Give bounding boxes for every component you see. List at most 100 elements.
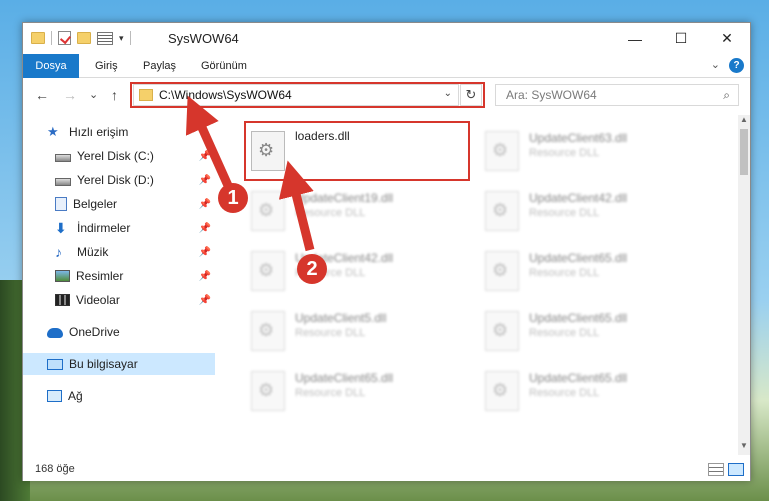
sidebar-item-label: Belgeler	[73, 197, 118, 211]
sidebar-item-onedrive[interactable]: OneDrive	[23, 321, 215, 343]
dll-file-icon	[485, 191, 519, 231]
sidebar-item-music[interactable]: ♪ Müzik 📌	[23, 241, 215, 263]
sidebar-item-label: OneDrive	[69, 325, 120, 339]
file-type: Resource DLL	[529, 267, 600, 279]
toolbar-divider	[129, 31, 131, 45]
documents-icon	[55, 197, 67, 211]
file-item[interactable]: UpdateClient42.dll Resource DLL	[251, 247, 481, 299]
videos-icon	[55, 294, 70, 306]
sidebar-item-local-disk-c[interactable]: Yerel Disk (C:) 📌	[23, 145, 215, 167]
file-item[interactable]: UpdateClient65.dll Resource DLL	[251, 367, 481, 419]
sidebar-item-label: Yerel Disk (D:)	[77, 173, 154, 187]
title-bar: ▾ SysWOW64 — ☐ ✕	[23, 23, 750, 54]
search-box[interactable]: Ara: SysWOW64 ⌕	[495, 84, 739, 106]
dll-file-icon	[251, 311, 285, 351]
folder-icon	[31, 32, 45, 44]
step-1-badge: 1	[218, 183, 248, 213]
file-list: loaders.dll UpdateClient63.dll Resource …	[217, 115, 738, 455]
dll-file-icon	[485, 311, 519, 351]
vertical-scrollbar[interactable]: ▲ ▼	[738, 115, 750, 455]
back-button[interactable]: ←	[35, 87, 49, 103]
toolbar-divider	[51, 31, 52, 45]
sidebar-item-this-pc[interactable]: Bu bilgisayar	[23, 353, 215, 375]
sidebar-item-quick-access[interactable]: ★ Hızlı erişim	[23, 121, 215, 143]
dll-file-icon	[251, 191, 285, 231]
pin-icon[interactable]: 📌	[199, 295, 211, 306]
file-type: Resource DLL	[295, 387, 366, 399]
maximize-button[interactable]: ☐	[658, 23, 704, 54]
file-name: UpdateClient63.dll	[529, 131, 628, 145]
tab-share[interactable]: Paylaş	[131, 54, 188, 78]
new-folder-icon[interactable]	[77, 32, 91, 44]
tab-home[interactable]: Giriş	[83, 54, 130, 78]
file-name: UpdateClient42.dll	[529, 191, 628, 205]
pin-icon[interactable]: 📌	[199, 151, 211, 162]
up-button[interactable]: ↑	[111, 87, 118, 103]
file-type: Resource DLL	[295, 207, 366, 219]
target-file-highlight	[244, 121, 470, 181]
properties-check-icon[interactable]	[58, 31, 71, 45]
sidebar-item-pictures[interactable]: Resimler 📌	[23, 265, 215, 287]
file-item[interactable]: UpdateClient42.dll Resource DLL	[485, 187, 715, 239]
file-name: UpdateClient5.dll	[295, 311, 387, 325]
help-icon[interactable]: ?	[729, 58, 744, 73]
search-input[interactable]: Ara: SysWOW64	[506, 88, 597, 102]
sidebar-item-label: Ağ	[68, 389, 83, 403]
downloads-icon: ⬇	[55, 220, 67, 236]
file-item[interactable]: UpdateClient5.dll Resource DLL	[251, 307, 481, 359]
file-item[interactable]: UpdateClient63.dll Resource DLL	[485, 127, 715, 179]
properties-icon[interactable]	[97, 31, 113, 45]
file-name: UpdateClient19.dll	[295, 191, 394, 205]
scroll-up-arrow-icon[interactable]: ▲	[738, 115, 750, 129]
sidebar-item-videos[interactable]: Videolar 📌	[23, 289, 215, 311]
recent-locations-chevron-icon[interactable]: ⌄	[89, 88, 98, 101]
file-type: Resource DLL	[295, 327, 366, 339]
tab-view[interactable]: Görünüm	[189, 54, 259, 78]
dll-file-icon	[251, 371, 285, 411]
scroll-thumb[interactable]	[740, 129, 748, 175]
window-title: SysWOW64	[168, 31, 239, 46]
onedrive-icon	[47, 328, 63, 338]
forward-button[interactable]: →	[63, 87, 77, 103]
this-pc-icon	[47, 358, 63, 370]
quick-access-toolbar: ▾	[31, 31, 131, 45]
sidebar-item-label: Müzik	[77, 245, 109, 259]
navigation-pane: ★ Hızlı erişim Yerel Disk (C:) 📌 Yerel D…	[23, 115, 215, 455]
sidebar-item-label: Videolar	[76, 293, 120, 307]
step-2-badge: 2	[297, 254, 327, 284]
scroll-down-arrow-icon[interactable]: ▼	[738, 441, 750, 455]
expand-ribbon-chevron-icon[interactable]: ⌄	[711, 58, 720, 71]
file-type: Resource DLL	[529, 387, 600, 399]
sidebar-item-local-disk-d[interactable]: Yerel Disk (D:) 📌	[23, 169, 215, 191]
large-icons-view-icon[interactable]	[728, 463, 744, 476]
file-item[interactable]: UpdateClient65.dll Resource DLL	[485, 367, 715, 419]
minimize-button[interactable]: —	[612, 23, 658, 54]
sidebar-item-label: İndirmeler	[77, 221, 131, 235]
network-icon	[47, 390, 62, 402]
file-item[interactable]: UpdateClient19.dll Resource DLL	[251, 187, 481, 239]
search-icon[interactable]: ⌕	[723, 88, 730, 103]
pin-icon[interactable]: 📌	[199, 199, 211, 210]
dll-file-icon	[485, 371, 519, 411]
sidebar-item-documents[interactable]: Belgeler 📌	[23, 193, 215, 215]
file-item[interactable]: UpdateClient65.dll Resource DLL	[485, 247, 715, 299]
tab-file[interactable]: Dosya	[23, 54, 79, 78]
sidebar-item-downloads[interactable]: ⬇ İndirmeler 📌	[23, 217, 215, 239]
file-name: UpdateClient65.dll	[529, 371, 628, 385]
file-type: Resource DLL	[529, 147, 600, 159]
file-name: UpdateClient65.dll	[529, 251, 628, 265]
pin-icon[interactable]: 📌	[199, 175, 211, 186]
pin-icon[interactable]: 📌	[199, 271, 211, 282]
file-item[interactable]: UpdateClient65.dll Resource DLL	[485, 307, 715, 359]
close-button[interactable]: ✕	[704, 23, 750, 54]
sidebar-item-network[interactable]: Ağ	[23, 385, 215, 407]
sidebar-item-label: Hızlı erişim	[69, 125, 129, 139]
customize-toolbar-chevron-icon[interactable]: ▾	[119, 33, 124, 44]
pin-icon[interactable]: 📌	[199, 223, 211, 234]
pin-icon[interactable]: 📌	[199, 247, 211, 258]
details-view-icon[interactable]	[708, 463, 724, 476]
address-bar-highlight	[130, 82, 485, 108]
status-bar: 168 öğe	[23, 459, 750, 481]
disk-icon	[55, 153, 71, 162]
file-type: Resource DLL	[529, 207, 600, 219]
